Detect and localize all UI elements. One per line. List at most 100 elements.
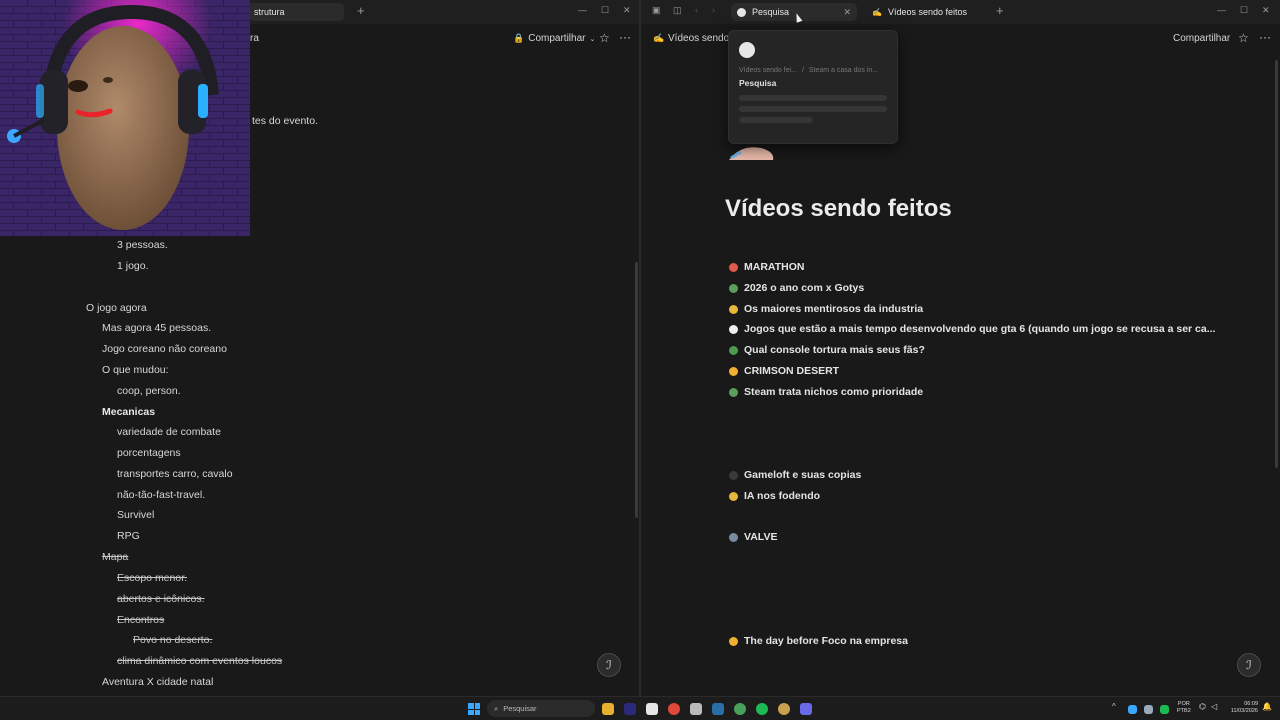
app-icon[interactable] [690,703,702,715]
skeleton-line [739,117,813,123]
close-icon[interactable]: ✕ [1262,5,1270,16]
document-line[interactable]: Mecanicas [102,406,155,418]
notifications-icon[interactable]: 🔔 [1262,702,1272,711]
left-scrollbar[interactable] [635,262,638,518]
document-line[interactable]: Mas agora 45 pessoas. [102,322,211,334]
notion-taskbar-icon[interactable] [646,703,658,715]
document-line[interactable]: O que mudou: [102,364,169,376]
steam-icon[interactable] [712,703,724,715]
video-list-item[interactable]: Gameloft e suas copias [729,469,861,481]
close-icon[interactable]: ✕ [623,5,631,16]
document-line[interactable]: coop, person. [117,385,181,397]
network-icon[interactable]: ⌬ [1199,702,1206,711]
document-line[interactable]: Mapa [102,551,128,563]
page-avatar-icon [739,42,755,58]
video-list-item[interactable]: Jogos que estão a mais tempo desenvolven… [729,323,1215,335]
video-list-item-label: Gameloft e suas copias [744,469,862,481]
sidebar-toggle-icon[interactable]: ◫ [673,5,682,16]
document-line[interactable]: transportes carro, cavalo [117,468,233,480]
language-indicator[interactable]: POR PTB2 [1177,701,1191,715]
document-line[interactable]: Survivel [117,509,154,521]
video-list-item-label: The day before Foco na empresa [744,635,908,647]
tray-chevron-icon[interactable]: ^ [1112,702,1116,711]
document-line[interactable]: RPG [117,530,140,542]
document-line[interactable]: Escopo menor. [117,572,187,584]
right-scrollbar[interactable] [1275,60,1278,468]
more-options-icon[interactable]: ··· [1259,30,1271,44]
right-breadcrumb[interactable]: Vídeos sendo f [668,33,735,44]
maximize-icon[interactable]: ☐ [1240,5,1248,16]
document-line[interactable]: Povo no deserto. [133,634,212,646]
tray-spotify-icon[interactable] [1160,705,1169,714]
document-line[interactable]: O jogo agora [86,302,147,314]
clock[interactable]: 06:09 11/03/2026 [1226,701,1258,715]
back-arrow-icon[interactable]: ‹ [695,5,698,15]
chrome-icon[interactable] [668,703,680,715]
more-options-icon[interactable]: ··· [619,30,631,44]
document-line[interactable]: Jogo coreano não coreano [102,343,227,355]
video-list-item[interactable]: The day before Foco na empresa [729,635,908,647]
favorite-star-icon[interactable]: ☆ [1238,31,1249,45]
taskbar-search-placeholder: Pesquisar [503,704,537,713]
video-list-item[interactable]: MARATHON [729,261,804,273]
left-tab[interactable]: strutura [248,3,344,21]
tab-videos[interactable]: ✍ Vídeos sendo feitos [866,3,996,21]
premiere-icon[interactable] [624,703,636,715]
video-list-item[interactable]: 2026 o ano com x Gotys [729,282,864,294]
document-line[interactable]: porcentagens [117,447,181,459]
video-list-item-label: Qual console tortura mais seus fãs? [744,344,925,356]
tray-app-icon[interactable] [1128,705,1137,714]
file-explorer-icon[interactable] [602,703,614,715]
document-line[interactable]: 3 pessoas. [117,239,168,251]
document-line[interactable]: abertos e icônicos. [117,593,205,605]
left-breadcrumb[interactable]: ra [250,33,259,44]
xbox-icon[interactable] [734,703,746,715]
partial-text-line: tes do evento. [252,115,318,127]
document-line[interactable]: Aventura X cidade natal [102,676,213,688]
skeleton-line [739,106,887,112]
discord-icon[interactable] [800,703,812,715]
spotify-icon[interactable] [756,703,768,715]
tab-videos-label: Vídeos sendo feitos [887,7,968,17]
help-button[interactable]: ℐ [1237,653,1261,677]
video-list-item-label: MARATHON [744,261,805,273]
video-list-item[interactable]: VALVE [729,531,777,543]
item-emoji-icon [729,636,738,646]
close-tab-icon[interactable]: ✕ [843,7,851,18]
document-line[interactable]: Encontros [117,614,164,626]
tab-pesquisa-label: Pesquisa [752,7,790,17]
new-tab-icon[interactable]: + [357,3,365,18]
popup-title: Pesquisa [739,78,777,88]
minimize-icon[interactable]: — [578,5,587,15]
right-share-button[interactable]: Compartilhar [1173,33,1230,44]
item-emoji-icon [729,283,738,293]
left-share-button[interactable]: 🔒 Compartilhar ⌄ [513,33,595,44]
document-line[interactable]: variedade de combate [117,426,221,438]
skeleton-line [739,95,887,101]
tray-steam-icon[interactable] [1144,705,1153,714]
lang-top: POR [1177,701,1190,707]
taskbar-search[interactable]: ⌕ Pesquisar [487,700,595,717]
video-list-item[interactable]: Qual console tortura mais seus fãs? [729,344,925,356]
game-icon[interactable] [778,703,790,715]
document-line[interactable]: clima dinâmico com eventos loucos [117,655,282,667]
webcam-overlay [0,0,250,236]
favorite-star-icon[interactable]: ☆ [599,31,610,45]
maximize-icon[interactable]: ☐ [601,5,609,16]
new-tab-icon[interactable]: + [996,3,1004,18]
document-line[interactable]: 1 jogo. [117,260,149,272]
lang-bottom: PTB2 [1177,708,1191,714]
video-list-item[interactable]: IA nos fodendo [729,490,820,502]
tab-pesquisa[interactable]: Pesquisa ✕ [731,3,857,21]
video-list-item[interactable]: Steam trata nichos como prioridade [729,386,923,398]
right-titlebar: ▣ ◫ ‹ › Pesquisa ✕ ✍ Vídeos sendo feitos… [641,0,1280,24]
windows-start-icon[interactable] [468,703,480,715]
minimize-icon[interactable]: — [1217,5,1226,15]
video-list-item[interactable]: Os maiores mentirosos da industria [729,303,923,315]
document-line[interactable]: não-tão-fast-travel. [117,489,205,501]
video-list-item[interactable]: CRIMSON DESERT [729,365,839,377]
video-list-item-label: 2026 o ano com x Gotys [744,282,865,294]
volume-icon[interactable]: ◁ [1211,702,1217,711]
forward-arrow-icon[interactable]: › [712,5,715,15]
help-button[interactable]: ℐ [597,653,621,677]
